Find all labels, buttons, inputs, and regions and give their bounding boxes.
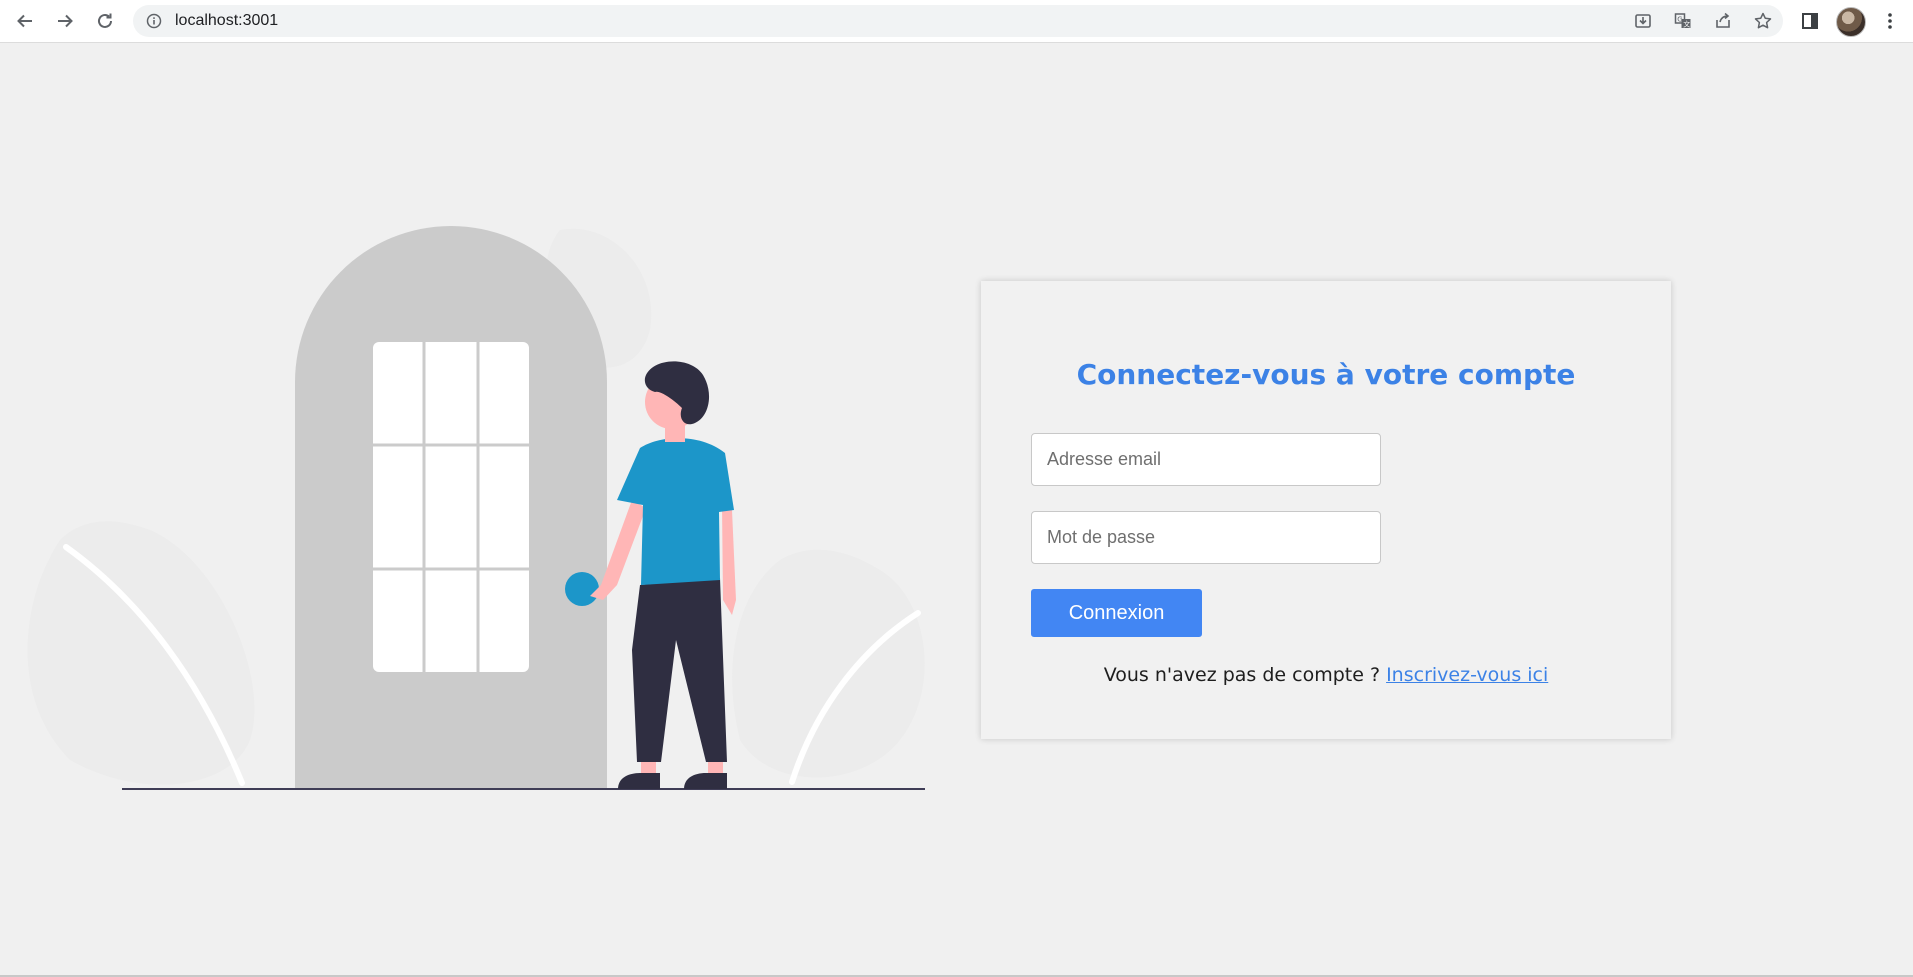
login-illustration [27,226,925,790]
signup-prompt: Vous n'avez pas de compte ? Inscrivez-vo… [981,664,1671,686]
signup-link[interactable]: Inscrivez-vous ici [1386,664,1548,686]
kebab-menu-icon[interactable] [1876,7,1904,35]
password-field[interactable] [1031,511,1381,564]
left-shoe [618,773,660,789]
browser-toolbar: localhost:3001 G文 [0,0,1913,43]
pants [632,578,727,762]
person-figure [590,361,736,789]
right-arm [722,505,736,615]
address-bar[interactable]: localhost:3001 G文 [133,5,1783,37]
login-title: Connectez-vous à votre compte [1076,358,1576,391]
side-panel-icon[interactable] [1796,7,1824,35]
right-plant-shape [732,549,925,778]
svg-text:G: G [1677,16,1682,24]
share-icon[interactable] [1703,5,1743,37]
right-shoe [684,773,727,789]
email-field[interactable] [1031,433,1381,486]
translate-icon[interactable]: G文 [1663,5,1703,37]
address-bar-actions: G文 [1623,5,1783,37]
login-button[interactable]: Connexion [1031,589,1202,637]
info-icon[interactable] [146,13,162,29]
install-app-icon[interactable] [1623,5,1663,37]
login-card: Connectez-vous à votre compte Connexion … [981,281,1671,739]
url-text[interactable]: localhost:3001 [175,12,278,30]
door-window [373,342,529,672]
forward-arrow-icon[interactable] [51,7,79,35]
star-icon[interactable] [1743,5,1783,37]
back-arrow-icon[interactable] [11,7,39,35]
signup-prompt-text: Vous n'avez pas de compte ? [1103,664,1387,686]
svg-text:文: 文 [1683,20,1690,29]
left-plant-shape [27,521,255,785]
reload-icon[interactable] [91,7,119,35]
door-knob [565,572,599,606]
profile-avatar[interactable] [1836,7,1866,37]
